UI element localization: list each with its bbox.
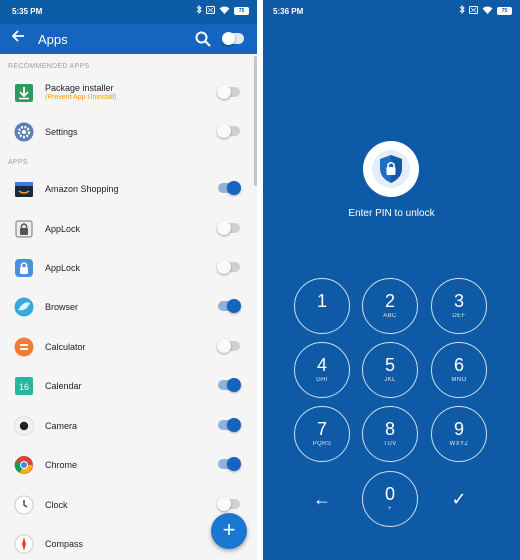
app-name: Browser xyxy=(45,302,79,312)
pin-prompt: Enter PIN to unlock xyxy=(348,208,435,219)
app-list-screen: 5:35 PM 75 Apps RECOMMENDED APPS Package… xyxy=(0,0,257,560)
app-name: AppLock xyxy=(45,263,81,273)
notification-icon xyxy=(206,5,215,17)
camera-icon xyxy=(14,416,34,436)
back-arrow-icon[interactable] xyxy=(11,29,25,48)
amazon-icon xyxy=(14,179,34,199)
page-title: Apps xyxy=(38,32,68,47)
applock-padlock-icon xyxy=(14,258,34,278)
key-3[interactable]: 3 DEF xyxy=(431,278,487,334)
app-name: Settings xyxy=(45,127,78,137)
app-row-applock-2[interactable]: AppLock xyxy=(0,249,257,285)
battery-icon: 75 xyxy=(497,7,512,15)
key-2[interactable]: 2 ABC xyxy=(362,278,418,334)
search-icon[interactable] xyxy=(194,30,212,48)
notification-icon xyxy=(469,5,478,17)
app-name: Calendar xyxy=(45,381,82,391)
lock-toggle-camera[interactable] xyxy=(218,418,241,432)
lock-toggle-amazon-shopping[interactable] xyxy=(218,181,241,195)
calendar-icon: 16 xyxy=(14,376,34,396)
lock-toggle-applock[interactable] xyxy=(217,221,240,235)
package-installer-icon xyxy=(14,83,34,103)
master-lock-toggle[interactable] xyxy=(222,32,244,45)
app-row-chrome[interactable]: Chrome xyxy=(0,446,257,482)
app-name: Amazon Shopping xyxy=(45,184,119,194)
lock-toggle-settings[interactable] xyxy=(217,124,240,138)
app-row-settings[interactable]: Settings xyxy=(0,113,257,149)
bluetooth-icon xyxy=(459,4,465,17)
app-bar: Apps xyxy=(0,24,257,54)
key-4[interactable]: 4 GHI xyxy=(294,342,350,398)
clock-icon xyxy=(14,495,34,515)
battery-icon: 75 xyxy=(234,7,249,15)
backspace-button[interactable]: ← xyxy=(302,479,342,519)
status-time: 5:36 PM xyxy=(273,7,304,16)
lock-toggle-package-installer[interactable] xyxy=(217,85,240,99)
app-name: Compass xyxy=(45,539,84,549)
add-app-fab-button[interactable]: + xyxy=(211,513,247,549)
key-9[interactable]: 9 WXYZ xyxy=(431,406,487,462)
section-header-apps: APPS xyxy=(8,159,28,166)
key-8[interactable]: 8 TUV xyxy=(362,406,418,462)
settings-gear-icon xyxy=(14,122,34,142)
key-7[interactable]: 7 PQRS xyxy=(294,406,350,462)
key-5[interactable]: 5 JKL xyxy=(362,342,418,398)
status-time: 5:35 PM xyxy=(12,7,43,16)
key-6[interactable]: 6 MNO xyxy=(431,342,487,398)
app-name: Chrome xyxy=(45,460,78,470)
app-subtitle: (Prevent App Uninstall) xyxy=(45,94,117,101)
app-row-package-installer[interactable]: Package installer (Prevent App Uninstall… xyxy=(0,74,257,110)
section-header-recommended: RECOMMENDED APPS xyxy=(8,63,90,70)
applock-classic-icon xyxy=(14,219,34,239)
key-1[interactable]: 1 xyxy=(294,278,350,334)
app-row-calendar[interactable]: 16 Calendar xyxy=(0,367,257,403)
confirm-check-button[interactable]: ✓ xyxy=(439,479,479,519)
bluetooth-icon xyxy=(196,4,202,17)
lock-toggle-calendar[interactable] xyxy=(218,378,241,392)
calendar-day: 16 xyxy=(19,382,29,392)
pin-lock-screen: 5:36 PM 75 Enter PIN to unlock 1 2 ABC 3D… xyxy=(263,0,520,560)
app-row-applock[interactable]: AppLock xyxy=(0,210,257,246)
app-name: AppLock xyxy=(45,224,81,234)
app-row-amazon-shopping[interactable]: Amazon Shopping xyxy=(0,170,257,206)
lock-toggle-clock[interactable] xyxy=(217,497,240,511)
compass-icon xyxy=(14,534,34,554)
lock-toggle-browser[interactable] xyxy=(218,299,241,313)
app-name: Camera xyxy=(45,421,78,431)
lock-toggle-applock-2[interactable] xyxy=(217,260,240,274)
lock-toggle-calculator[interactable] xyxy=(217,339,240,353)
status-bar: 5:35 PM 75 xyxy=(0,0,257,24)
browser-icon xyxy=(14,297,34,317)
app-row-browser[interactable]: Browser xyxy=(0,288,257,324)
scrollbar[interactable] xyxy=(254,56,257,186)
wifi-icon xyxy=(219,6,230,17)
app-name: Clock xyxy=(45,500,68,510)
app-name: Calculator xyxy=(45,342,86,352)
status-bar: 5:36 PM 75 xyxy=(263,0,520,24)
key-0[interactable]: 0 + xyxy=(362,471,418,527)
calculator-icon xyxy=(14,337,34,357)
wifi-icon xyxy=(482,6,493,17)
shield-lock-icon xyxy=(363,141,419,197)
lock-toggle-chrome[interactable] xyxy=(218,457,241,471)
app-row-calculator[interactable]: Calculator xyxy=(0,328,257,364)
app-name: Package installer xyxy=(45,83,114,93)
app-row-camera[interactable]: Camera xyxy=(0,407,257,443)
chrome-icon xyxy=(14,455,34,475)
